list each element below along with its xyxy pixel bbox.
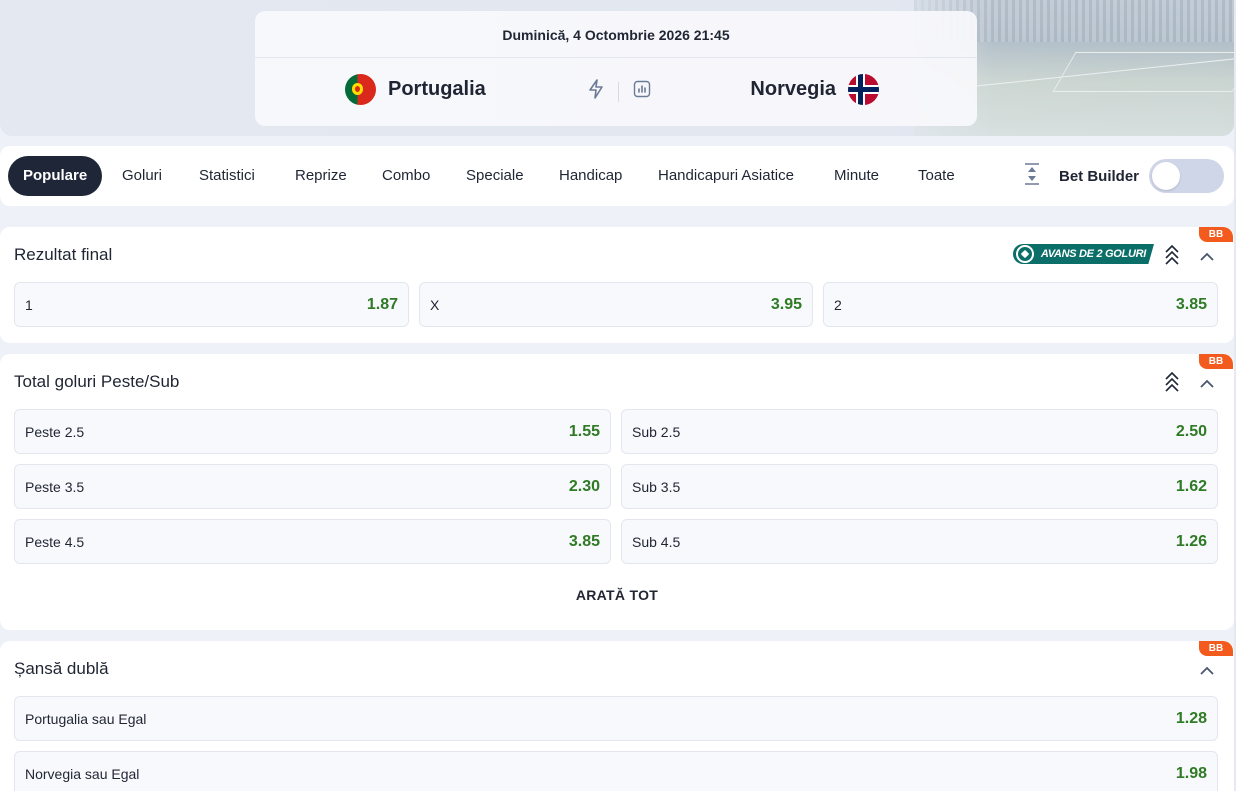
home-team-name: Portugalia (388, 78, 486, 100)
bb-badge: BB (1199, 354, 1233, 369)
match-date: Duminică, 4 Octombrie 2026 21:45 (255, 11, 977, 58)
odd-label: X (430, 296, 440, 313)
bet-builder: Bet Builder (1023, 159, 1224, 193)
market-result: Rezultat final BB AVANS DE 2 GOLURI 1 1.… (0, 227, 1234, 343)
portugal-flag-icon (345, 74, 376, 105)
market-title: Rezultat final (14, 245, 113, 264)
odd-label: Peste 2.5 (25, 423, 85, 440)
odd-button[interactable]: Portugalia sau Egal 1.28 (14, 696, 1218, 741)
odd-value: 1.98 (1175, 764, 1207, 782)
odd-button[interactable]: Peste 4.5 3.85 (14, 519, 611, 564)
stats-icon[interactable] (633, 80, 651, 103)
odd-label: Peste 4.5 (25, 533, 85, 550)
match-icons (588, 79, 651, 104)
tab-toate[interactable]: Toate (903, 156, 970, 196)
odd-button[interactable]: Sub 2.5 2.50 (621, 409, 1218, 454)
odd-label: Peste 3.5 (25, 478, 85, 495)
odd-value: 1.62 (1175, 477, 1207, 495)
tab-statistici[interactable]: Statistici (184, 156, 270, 196)
tab-speciale[interactable]: Speciale (451, 156, 539, 196)
toggle-knob (1152, 162, 1180, 190)
tab-handicap[interactable]: Handicap (544, 156, 637, 196)
odd-label: Sub 2.5 (632, 423, 681, 440)
superbet-chevrons-icon[interactable] (1164, 244, 1180, 271)
odd-value: 1.28 (1175, 709, 1207, 727)
away-team-name: Norvegia (750, 78, 836, 100)
tab-reprize[interactable]: Reprize (280, 156, 362, 196)
match-header: Duminică, 4 Octombrie 2026 21:45 Portuga… (0, 0, 1234, 136)
superbet-chevrons-icon[interactable] (1164, 371, 1180, 398)
odd-button[interactable]: Peste 2.5 1.55 (14, 409, 611, 454)
odd-button[interactable]: Sub 3.5 1.62 (621, 464, 1218, 509)
tab-populare[interactable]: Populare (8, 156, 103, 196)
tab-goluri[interactable]: Goluri (107, 156, 177, 196)
odd-value: 3.85 (568, 532, 600, 550)
show-all-button[interactable]: ARATĂ TOT (0, 587, 1234, 603)
tab-minute[interactable]: Minute (819, 156, 894, 196)
odd-value: 2.30 (568, 477, 600, 495)
odd-label: Portugalia sau Egal (25, 710, 147, 727)
away-team: Norvegia (750, 74, 879, 105)
odd-value: 1.55 (568, 422, 600, 440)
match-card: Duminică, 4 Octombrie 2026 21:45 Portuga… (255, 11, 977, 126)
bet-builder-label: Bet Builder (1058, 167, 1139, 185)
odd-label: 1 (25, 296, 33, 313)
odd-value: 2.50 (1175, 422, 1207, 440)
promo-badge[interactable]: AVANS DE 2 GOLURI (1012, 244, 1154, 264)
odd-button[interactable]: Norvegia sau Egal 1.98 (14, 751, 1218, 791)
bet-builder-toggle[interactable] (1149, 159, 1224, 193)
market-title: Total goluri Peste/Sub (14, 372, 180, 391)
bb-badge: BB (1199, 641, 1233, 656)
odd-button[interactable]: Peste 3.5 2.30 (14, 464, 611, 509)
odd-value: 1.87 (366, 295, 398, 313)
market-double-chance: Șansă dublă BB Portugalia sau Egal 1.28 … (0, 641, 1234, 791)
market-title: Șansă dublă (14, 659, 109, 678)
odd-value: 1.26 (1175, 532, 1207, 550)
odd-label: Sub 4.5 (632, 533, 681, 550)
tab-combo[interactable]: Combo (367, 156, 445, 196)
bb-badge: BB (1199, 227, 1233, 242)
odd-button[interactable]: 2 3.85 (823, 282, 1218, 327)
odd-button[interactable]: X 3.95 (419, 282, 813, 327)
tab-handicapuri-asiatice[interactable]: Handicapuri Asiatice (643, 156, 809, 196)
bet-builder-icon (1023, 162, 1041, 191)
odd-label: Norvegia sau Egal (25, 765, 140, 782)
norway-flag-icon (848, 74, 879, 105)
odd-label: Sub 3.5 (632, 478, 681, 495)
soccer-ball-icon (1015, 245, 1034, 263)
odd-value: 3.95 (770, 295, 802, 313)
chevron-up-icon[interactable] (1200, 376, 1214, 394)
odd-label: 2 (834, 296, 842, 313)
market-totals: Total goluri Peste/Sub BB Peste 2.5 1.55… (0, 354, 1234, 630)
chevron-up-icon[interactable] (1200, 249, 1214, 267)
odd-value: 3.85 (1175, 295, 1207, 313)
chevron-up-icon[interactable] (1200, 663, 1214, 681)
odd-button[interactable]: 1 1.87 (14, 282, 409, 327)
home-team: Portugalia (345, 74, 486, 105)
lightning-icon[interactable] (588, 79, 604, 104)
market-tabs: Populare Goluri Statistici Reprize Combo… (0, 146, 1234, 206)
promo-label: AVANS DE 2 GOLURI (1040, 248, 1146, 260)
odd-button[interactable]: Sub 4.5 1.26 (621, 519, 1218, 564)
